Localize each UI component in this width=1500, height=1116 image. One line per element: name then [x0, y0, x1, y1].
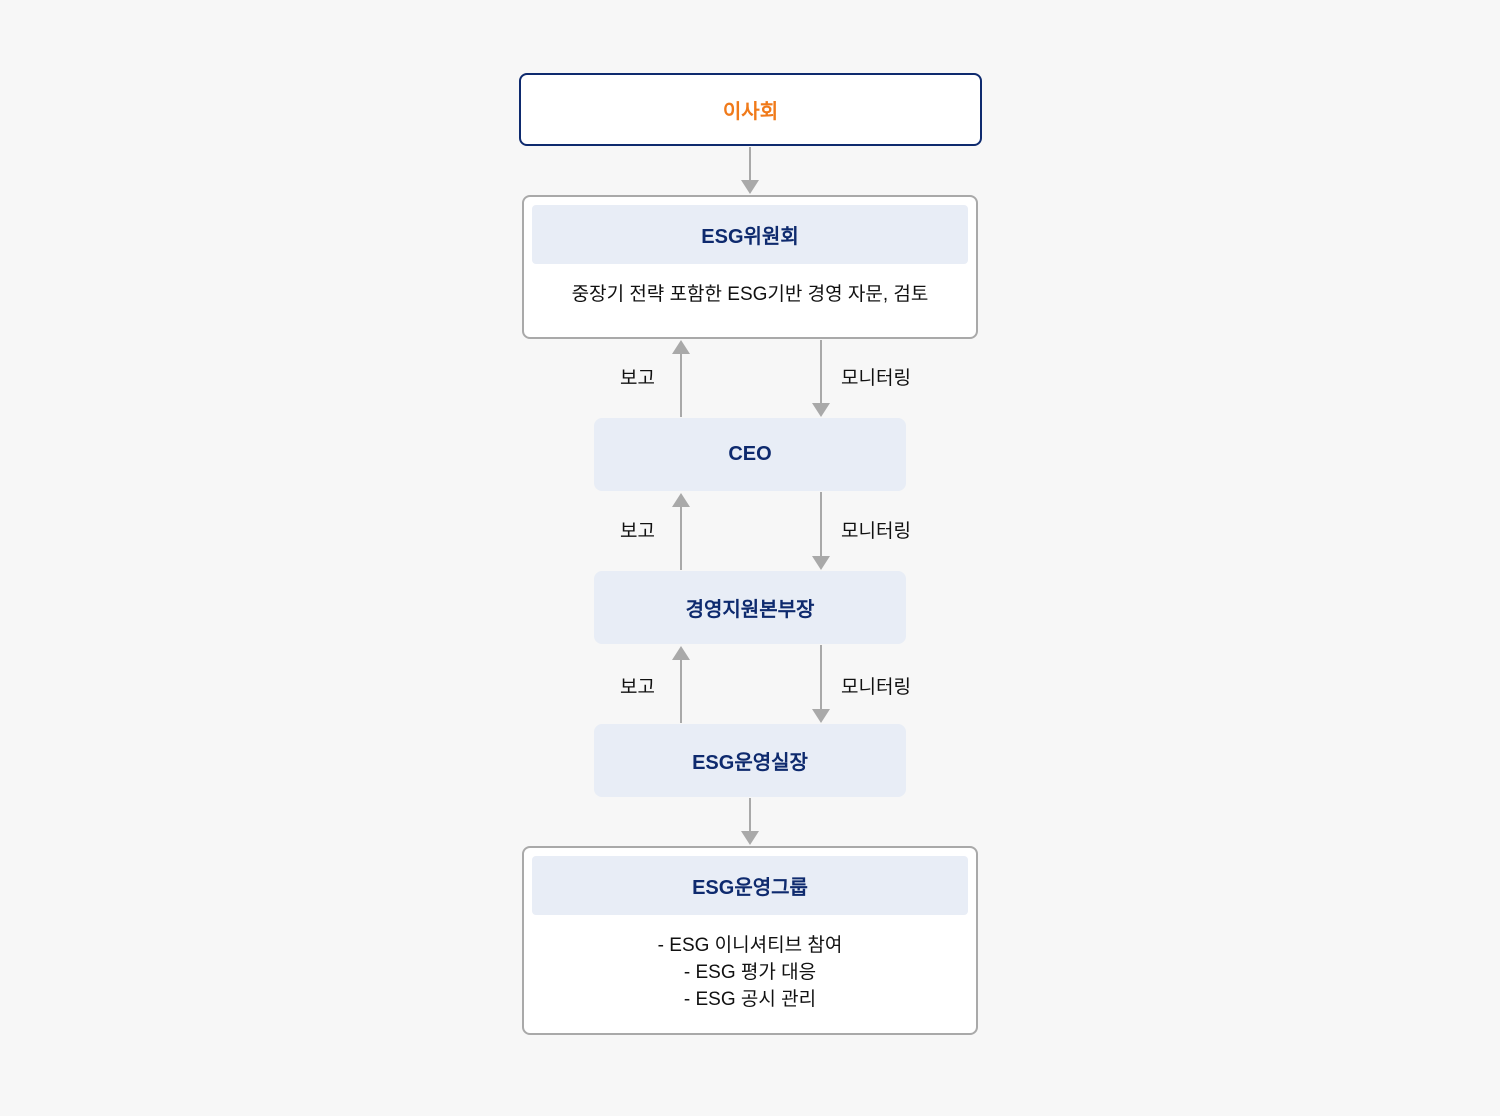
arrowhead-up	[672, 646, 690, 660]
esg-group-title: ESG운영그룹	[532, 856, 968, 915]
division-head-box: 경영지원본부장	[594, 571, 906, 644]
ceo-box: CEO	[594, 418, 906, 491]
esg-group-item: - ESG 공시 관리	[683, 989, 817, 1010]
committee-description: 중장기 전략 포함한 ESG기반 경영 자문, 검토	[571, 284, 929, 305]
esg-group-items: - ESG 이니셔티브 참여 - ESG 평가 대응 - ESG 공시 관리	[524, 932, 976, 1013]
esg-group-item: - ESG 평가 대응	[683, 962, 817, 983]
monitoring-label: 모니터링	[841, 677, 911, 698]
report-label: 보고	[620, 368, 655, 389]
arrowhead-up	[672, 493, 690, 507]
arrowhead-up	[672, 340, 690, 354]
report-label: 보고	[620, 677, 655, 698]
division-head-label: 경영지원본부장	[685, 599, 815, 621]
committee-title: ESG위원회	[532, 205, 968, 264]
arrowhead-down	[812, 403, 830, 417]
arrowhead-down	[741, 180, 759, 194]
monitoring-label: 모니터링	[841, 521, 911, 542]
esg-ops-head-box: ESG운영실장	[594, 724, 906, 797]
esg-group-box: ESG운영그룹 - ESG 이니셔티브 참여 - ESG 평가 대응 - ESG…	[522, 846, 978, 1035]
arrowhead-down	[812, 556, 830, 570]
arrowhead-down	[812, 709, 830, 723]
esg-ops-head-label: ESG운영실장	[692, 752, 808, 774]
esg-group-item: - ESG 이니셔티브 참여	[657, 935, 843, 956]
board-label: 이사회	[722, 101, 779, 123]
monitoring-label: 모니터링	[841, 368, 911, 389]
board-box: 이사회	[519, 73, 982, 146]
ceo-label: CEO	[728, 443, 772, 465]
report-label: 보고	[620, 521, 655, 542]
committee-box: ESG위원회 중장기 전략 포함한 ESG기반 경영 자문, 검토	[522, 195, 978, 339]
arrowhead-down	[741, 831, 759, 845]
